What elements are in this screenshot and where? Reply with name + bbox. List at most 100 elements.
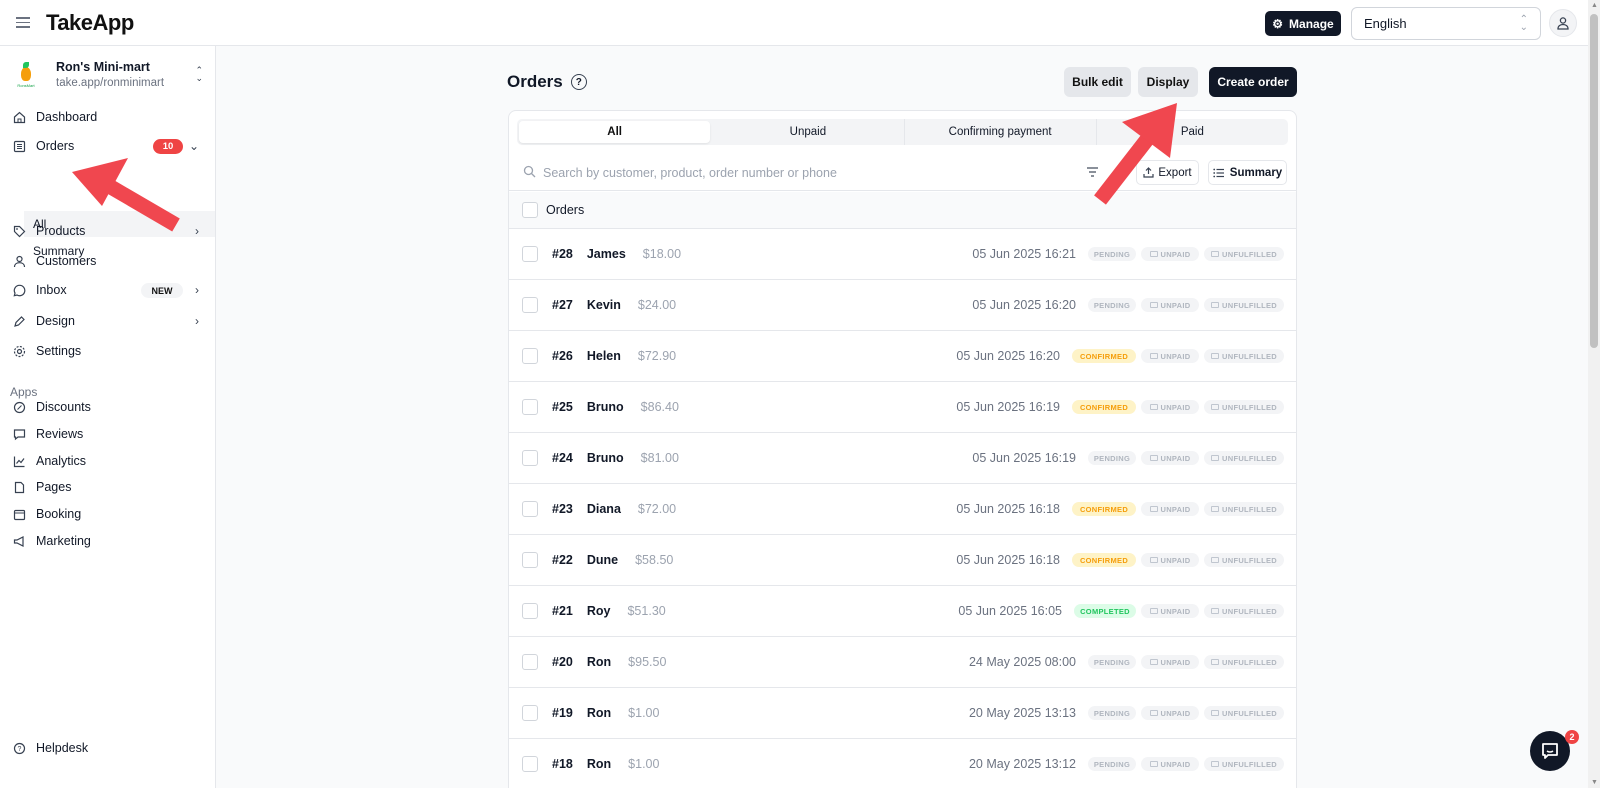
tab-confirming-payment[interactable]: Confirming payment — [905, 119, 1097, 145]
order-amount: $72.00 — [637, 502, 677, 516]
sidebar-item-orders[interactable]: Orders 10 ⌄ — [0, 133, 215, 159]
order-amount: $18.00 — [642, 247, 682, 261]
row-checkbox[interactable] — [522, 297, 538, 313]
sidebar-item-marketing[interactable]: Marketing — [0, 528, 215, 554]
row-checkbox[interactable] — [522, 603, 538, 619]
tab-paid[interactable]: Paid — [1097, 119, 1288, 145]
sidebar-item-pages[interactable]: Pages — [0, 474, 215, 500]
export-button[interactable]: Export — [1136, 160, 1199, 185]
summary-button[interactable]: Summary — [1208, 160, 1287, 185]
order-number: #27 — [552, 298, 573, 312]
truck-icon — [1211, 455, 1220, 461]
fulfillment-badge: UNFULFILLED — [1204, 706, 1284, 720]
store-switcher[interactable]: RonsMart Ron's Mini-mart take.app/ronmin… — [0, 46, 215, 102]
table-row[interactable]: #25 Bruno $86.40 05 Jun 2025 16:19 CONFIRMED… — [509, 382, 1296, 433]
order-date: 05 Jun 2025 16:05 — [958, 604, 1062, 618]
table-row[interactable]: #24 Bruno $81.00 05 Jun 2025 16:19 PENDING UN… — [509, 433, 1296, 484]
bulk-edit-button[interactable]: Bulk edit — [1064, 67, 1131, 97]
table-row[interactable]: #27 Kevin $24.00 05 Jun 2025 16:20 PENDING UN… — [509, 280, 1296, 331]
table-row[interactable]: #28 James $18.00 05 Jun 2025 16:21 PENDING UN… — [509, 229, 1296, 280]
row-checkbox[interactable] — [522, 654, 538, 670]
orders-list: #28 James $18.00 05 Jun 2025 16:21 PENDING UN… — [509, 229, 1296, 788]
page-scrollbar[interactable]: ▲ ▼ — [1588, 0, 1600, 788]
scroll-down-icon[interactable]: ▼ — [1591, 779, 1598, 786]
scroll-up-icon[interactable]: ▲ — [1591, 2, 1598, 9]
row-checkbox[interactable] — [522, 348, 538, 364]
table-row[interactable]: #21 Roy $51.30 05 Jun 2025 16:05 COMPLETED UN… — [509, 586, 1296, 637]
table-row[interactable]: #18 Ron $1.00 20 May 2025 13:12 PENDING UNPAI… — [509, 739, 1296, 788]
filter-icon[interactable] — [1086, 166, 1099, 178]
sidebar-item-label: Dashboard — [36, 110, 98, 124]
scrollbar-thumb[interactable] — [1590, 14, 1598, 348]
sidebar-item-dashboard[interactable]: Dashboard — [0, 104, 215, 130]
create-order-button[interactable]: Create order — [1209, 67, 1297, 97]
fulfillment-badge: UNFULFILLED — [1204, 298, 1284, 312]
row-checkbox[interactable] — [522, 501, 538, 517]
sidebar-item-label: Analytics — [36, 454, 87, 468]
order-number: #21 — [552, 604, 573, 618]
status-badge: PENDING — [1088, 706, 1136, 720]
chevron-right-icon: › — [195, 283, 199, 297]
chat-launcher-button[interactable] — [1530, 731, 1570, 771]
order-date: 05 Jun 2025 16:19 — [972, 451, 1076, 465]
store-url: take.app/ronminimart — [56, 76, 165, 89]
row-checkbox[interactable] — [522, 246, 538, 262]
tab-all[interactable]: All — [519, 121, 711, 143]
sidebar-item-label: Products — [36, 224, 86, 238]
search-input[interactable] — [543, 161, 1043, 185]
sidebar-item-booking[interactable]: Booking — [0, 501, 215, 527]
sidebar-item-design[interactable]: Design › — [0, 308, 215, 334]
sidebar-item-settings[interactable]: Settings — [0, 338, 215, 364]
menu-icon[interactable] — [16, 17, 30, 28]
display-button[interactable]: Display — [1138, 67, 1198, 97]
table-row[interactable]: #26 Helen $72.90 05 Jun 2025 16:20 CONFIRMED… — [509, 331, 1296, 382]
row-checkbox[interactable] — [522, 552, 538, 568]
truck-icon — [1211, 710, 1220, 716]
sort-icon[interactable]: ⇅ — [1115, 166, 1124, 179]
sidebar-item-analytics[interactable]: Analytics — [0, 448, 215, 474]
tab-unpaid[interactable]: Unpaid — [712, 119, 905, 145]
select-all-checkbox[interactable] — [522, 202, 538, 218]
chevron-down-icon: ⌄ — [188, 139, 199, 153]
sidebar-item-label: Settings — [36, 344, 82, 358]
row-checkbox[interactable] — [522, 705, 538, 721]
row-checkbox[interactable] — [522, 756, 538, 772]
whatsapp-icon — [12, 283, 26, 297]
pen-icon — [12, 314, 26, 328]
payment-badge: UNPAID — [1141, 247, 1199, 261]
sidebar-item-inbox[interactable]: Inbox NEW › — [0, 277, 215, 303]
sidebar-item-products[interactable]: Products › — [0, 218, 215, 244]
order-amount: $51.30 — [627, 604, 666, 618]
truck-icon — [1211, 302, 1220, 308]
status-badge: PENDING — [1088, 451, 1136, 465]
status-badge: PENDING — [1088, 757, 1136, 771]
sidebar-item-customers[interactable]: Customers — [0, 248, 215, 274]
user-menu-button[interactable] — [1549, 9, 1577, 37]
order-date: 05 Jun 2025 16:20 — [972, 298, 1076, 312]
order-date: 24 May 2025 08:00 — [968, 655, 1076, 669]
table-row[interactable]: #19 Ron $1.00 20 May 2025 13:13 PENDING UNPAI… — [509, 688, 1296, 739]
sidebar-item-reviews[interactable]: Reviews — [0, 421, 215, 447]
megaphone-icon — [12, 534, 26, 548]
order-number: #19 — [552, 706, 573, 720]
row-checkbox[interactable] — [522, 450, 538, 466]
table-row[interactable]: #22 Dune $58.50 05 Jun 2025 16:18 CONFIRMED U… — [509, 535, 1296, 586]
order-number: #28 — [552, 247, 573, 261]
sidebar-item-helpdesk[interactable]: ? Helpdesk — [0, 735, 215, 761]
table-row[interactable]: #20 Ron $95.50 24 May 2025 08:00 PENDING UNPA… — [509, 637, 1296, 688]
customer-name: Ron — [586, 706, 612, 720]
order-number: #18 — [552, 757, 573, 771]
language-select[interactable]: English ⌃ ⌄ — [1351, 7, 1541, 40]
table-row[interactable]: #23 Diana $72.00 05 Jun 2025 16:18 CONFIRMED… — [509, 484, 1296, 535]
truck-icon — [1211, 557, 1220, 563]
manage-button[interactable]: ⚙ Manage — [1265, 11, 1341, 36]
card-icon — [1149, 404, 1158, 410]
svg-text:?: ? — [17, 746, 21, 753]
app-logo[interactable]: TakeApp — [46, 10, 134, 36]
row-checkbox[interactable] — [522, 399, 538, 415]
order-number: #26 — [552, 349, 573, 363]
customer-name: Roy — [586, 604, 611, 618]
tag-icon — [12, 224, 26, 238]
sidebar-item-discounts[interactable]: Discounts — [0, 394, 215, 420]
help-icon[interactable]: ? — [570, 74, 587, 90]
